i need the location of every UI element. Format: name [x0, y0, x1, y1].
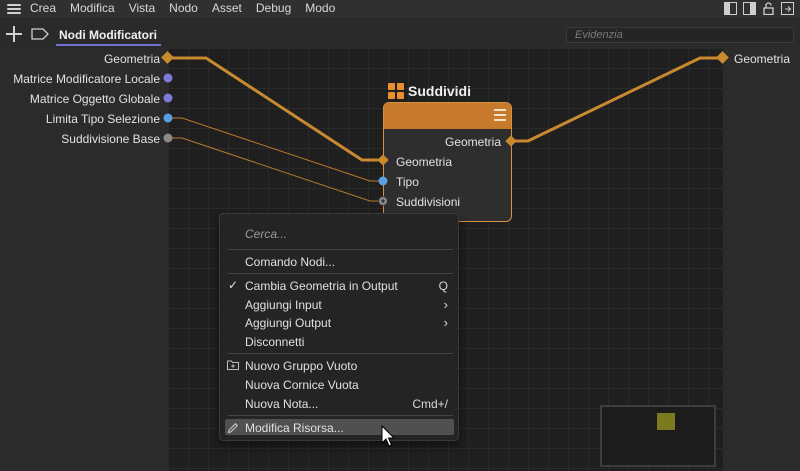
shortcut-cmd-slash: Cmd+/ [412, 397, 448, 411]
menubar: Crea Modifica Vista Nodo Asset Debug Mod… [0, 0, 800, 17]
checkmark-icon: ✓ [228, 278, 239, 292]
menu-nodo[interactable]: Nodo [169, 0, 198, 17]
node-title-label: Suddividi [408, 83, 471, 99]
menu-item-modifica-risorsa[interactable]: Modifica Risorsa... [245, 421, 344, 435]
outputs-panel [723, 48, 800, 471]
node-title[interactable]: Suddividi [388, 83, 471, 99]
menu-debug[interactable]: Debug [256, 0, 291, 17]
folder-plus-icon [227, 360, 239, 370]
left-panel-icon[interactable] [724, 2, 737, 15]
node-input-suddivisioni: Suddivisioni [396, 195, 461, 209]
menu-item-nuova-nota[interactable]: Nuova Nota... [245, 397, 318, 411]
menu-item-disconnetti[interactable]: Disconnetti [245, 335, 304, 349]
menu-asset[interactable]: Asset [212, 0, 242, 17]
chevron-right-icon: › [443, 297, 448, 312]
node-output-geometria: Geometria [445, 135, 502, 149]
context-search-input[interactable]: Cerca... [245, 227, 287, 241]
right-panel-icon[interactable] [743, 2, 756, 15]
chevron-right-icon: › [443, 315, 448, 330]
menu-item-comando-nodi[interactable]: Comando Nodi... [245, 255, 335, 269]
menu-item-nuovo-gruppo[interactable]: Nuovo Gruppo Vuoto [245, 359, 357, 373]
menu-crea[interactable]: Crea [30, 0, 56, 17]
tag-icon[interactable] [31, 28, 49, 40]
add-node-icon[interactable] [6, 26, 22, 42]
node-input-geometria: Geometria [396, 155, 453, 169]
menu-separator [228, 249, 453, 250]
input-label-geometria: Geometria [103, 52, 160, 66]
menu-vista[interactable]: Vista [129, 0, 155, 17]
tab-nodi-modificatori[interactable]: Nodi Modificatori [56, 26, 161, 46]
node-header[interactable] [384, 103, 511, 129]
output-label-geometria: Geometria [734, 52, 791, 66]
minimap[interactable] [600, 405, 716, 467]
menu-separator [228, 415, 453, 416]
node-menu-icon[interactable] [494, 109, 506, 121]
menu-modo[interactable]: Modo [305, 0, 335, 17]
highlight-search-input[interactable]: Evidenzia [566, 27, 794, 43]
hamburger-menu-icon[interactable] [7, 3, 21, 14]
window-controls [724, 2, 794, 15]
menu-modifica[interactable]: Modifica [70, 0, 115, 17]
node-grid-icon [388, 83, 404, 99]
pencil-icon [227, 422, 239, 434]
input-label-limita-tipo: Limita Tipo Selezione [45, 112, 160, 126]
mouse-cursor-icon [381, 425, 396, 447]
minimap-node [657, 413, 675, 430]
input-label-suddivisione-base: Suddivisione Base [61, 132, 160, 146]
menu-item-cambia-geometria[interactable]: Cambia Geometria in Output [245, 279, 398, 293]
context-menu: Cerca... Comando Nodi... ✓ Cambia Geomet… [219, 213, 459, 441]
shortcut-q: Q [438, 279, 448, 293]
node-input-tipo: Tipo [396, 175, 419, 189]
expand-icon[interactable] [781, 2, 794, 15]
menu-separator [228, 273, 453, 274]
menu-separator [228, 353, 453, 354]
menu-item-aggiungi-input[interactable]: Aggiungi Input [245, 298, 322, 312]
lock-icon[interactable] [762, 2, 775, 15]
input-label-matrice-locale: Matrice Modificatore Locale [13, 72, 160, 86]
menu-item-aggiungi-output[interactable]: Aggiungi Output [245, 316, 331, 330]
input-label-matrice-globale: Matrice Oggetto Globale [29, 92, 160, 106]
menu-item-nuova-cornice[interactable]: Nuova Cornice Vuota [245, 378, 359, 392]
